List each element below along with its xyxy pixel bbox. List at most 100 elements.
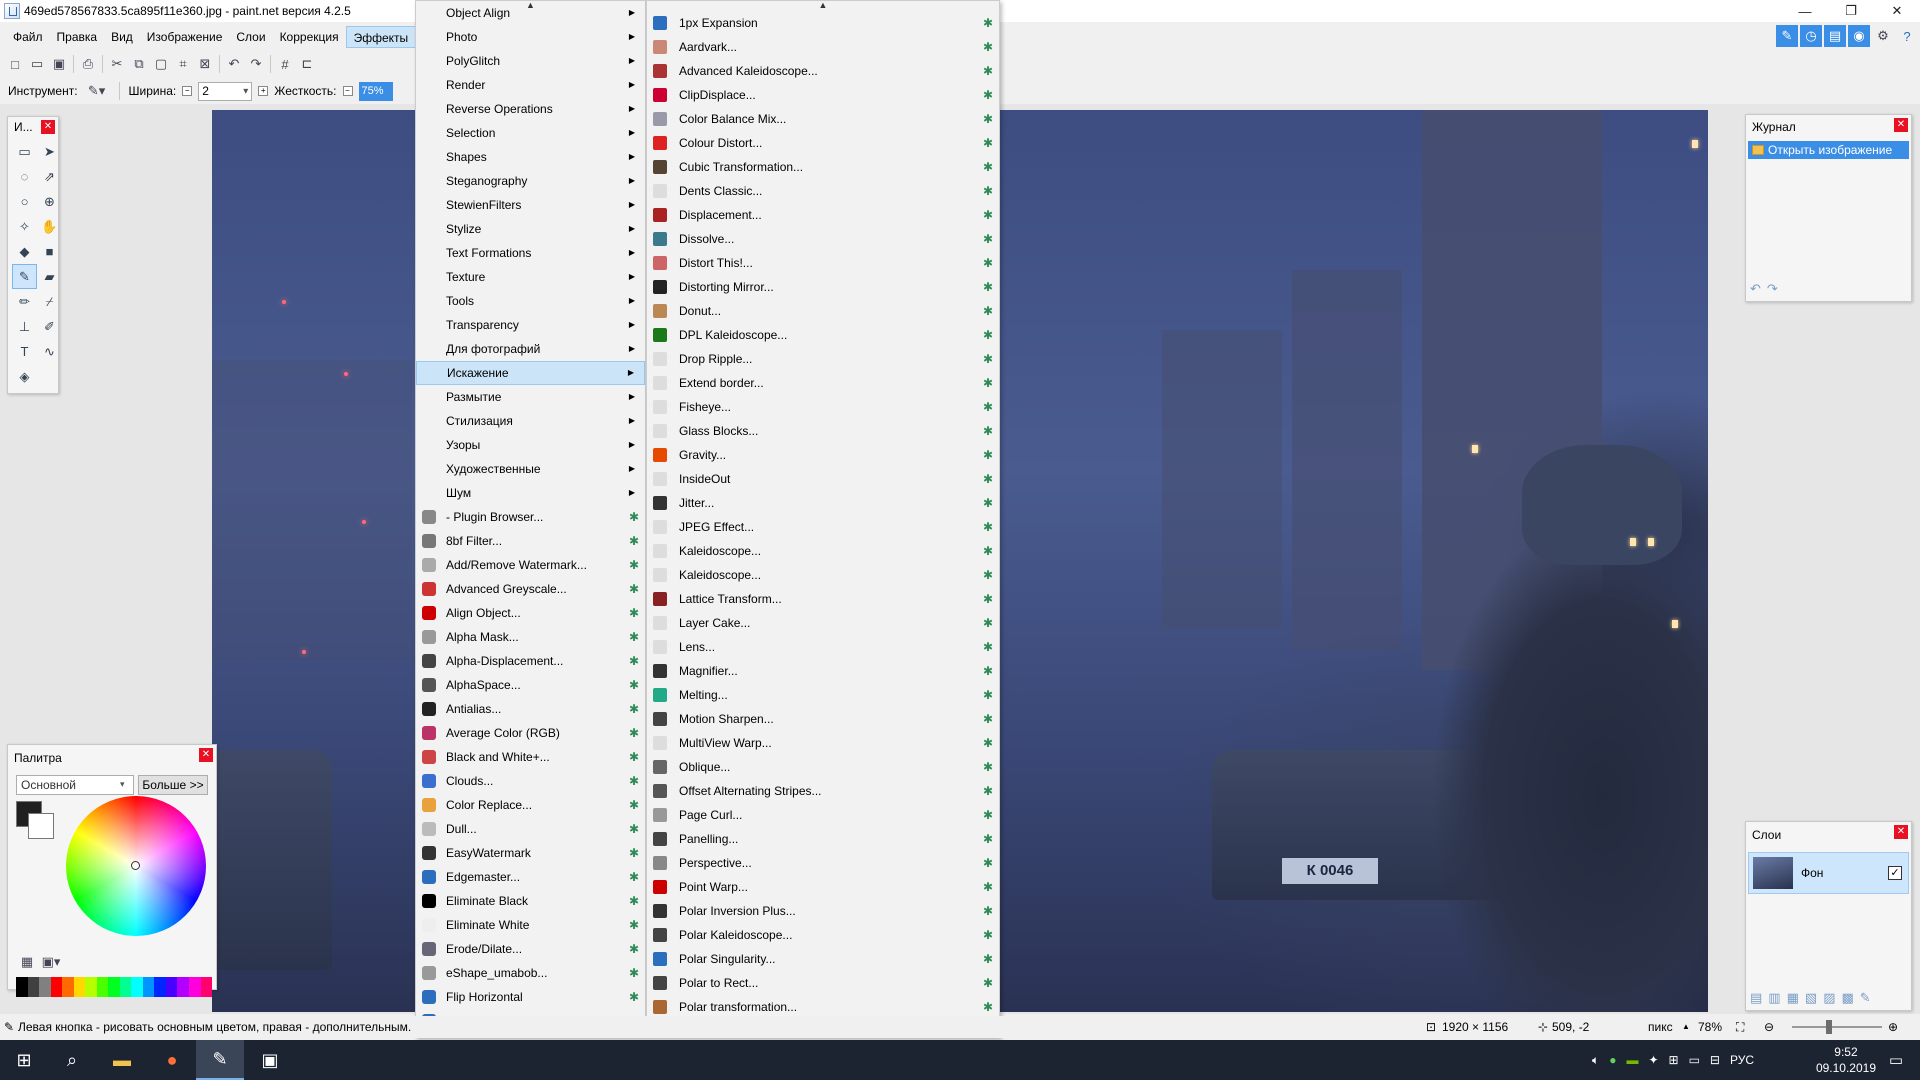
color-swatch[interactable] bbox=[85, 977, 97, 997]
paint-bucket-tool-icon[interactable]: ◆ bbox=[12, 239, 37, 264]
effects-menu-item[interactable]: Advanced Greyscale... ✱ bbox=[416, 577, 645, 601]
distort-menu-item[interactable]: Polar Kaleidoscope... ✱ bbox=[647, 923, 999, 947]
eraser-tool-icon[interactable]: ▰ bbox=[37, 264, 62, 289]
move-layer-down-icon[interactable]: ▩ bbox=[1841, 990, 1853, 1006]
new-file-icon[interactable]: □ bbox=[4, 53, 26, 75]
effects-menu-item[interactable]: Steganography ▶ bbox=[416, 169, 645, 193]
magic-wand-tool-icon[interactable]: ✧ bbox=[12, 214, 37, 239]
color-swatch[interactable] bbox=[131, 977, 143, 997]
layer-row[interactable]: Фон ✓ bbox=[1748, 852, 1909, 894]
ellipse-select-tool-icon[interactable]: ○ bbox=[12, 189, 37, 214]
add-layer-icon[interactable]: ▤ bbox=[1750, 990, 1762, 1006]
hardness-slider[interactable]: 75% bbox=[358, 81, 393, 101]
hardness-decrease-icon[interactable]: − bbox=[342, 86, 353, 96]
color-swatch[interactable] bbox=[50, 977, 63, 997]
layer-visibility-checkbox[interactable]: ✓ bbox=[1888, 866, 1902, 880]
firefox-icon[interactable]: ● bbox=[148, 1040, 196, 1080]
distort-menu-item[interactable]: Drop Ripple... ✱ bbox=[647, 347, 999, 371]
distort-menu-item[interactable]: Displacement... ✱ bbox=[647, 203, 999, 227]
menu-image[interactable]: Изображение bbox=[140, 26, 230, 48]
distort-menu-item[interactable]: InsideOut ✱ bbox=[647, 467, 999, 491]
clone-stamp-tool-icon[interactable]: ⊥ bbox=[12, 314, 37, 339]
zoom-slider-track[interactable] bbox=[1792, 1026, 1882, 1028]
zoom-level[interactable]: 78% bbox=[1698, 1020, 1722, 1034]
paste-icon[interactable]: ▢ bbox=[150, 53, 172, 75]
effects-menu-item[interactable]: Transparency ▶ bbox=[416, 313, 645, 337]
shapes-tool-icon[interactable]: ◈ bbox=[12, 364, 37, 389]
effects-menu-item[interactable]: Shapes ▶ bbox=[416, 145, 645, 169]
grid-icon[interactable]: # bbox=[274, 53, 296, 75]
palette-mode-select[interactable]: Основной bbox=[16, 775, 134, 795]
nvidia-icon[interactable]: ▬ bbox=[1626, 1053, 1638, 1067]
cut-icon[interactable]: ✂ bbox=[106, 53, 128, 75]
windows-defender-icon[interactable]: ⊞ bbox=[1669, 1053, 1679, 1067]
color-swatch[interactable] bbox=[165, 977, 178, 997]
effects-menu-item[interactable]: Размытие ▶ bbox=[416, 385, 645, 409]
history-item-open-image[interactable]: Открыть изображение bbox=[1748, 141, 1909, 159]
palette-reset-icon[interactable]: ▦ bbox=[16, 951, 38, 973]
scroll-up-icon[interactable]: ▲ bbox=[647, 1, 999, 10]
distort-menu-item[interactable]: Offset Alternating Stripes... ✱ bbox=[647, 779, 999, 803]
color-swatch[interactable] bbox=[154, 977, 166, 997]
effects-menu-item[interactable]: Стилизация ▶ bbox=[416, 409, 645, 433]
zoom-tool-icon[interactable]: ⊕ bbox=[37, 189, 62, 214]
tray-app-icon[interactable]: ✦ bbox=[1648, 1053, 1658, 1067]
effects-menu-item[interactable]: Художественные ▶ bbox=[416, 457, 645, 481]
clock[interactable]: 9:52 09.10.2019 bbox=[1816, 1044, 1876, 1076]
distort-menu-item[interactable]: Donut... ✱ bbox=[647, 299, 999, 323]
distort-menu-item[interactable]: Jitter... ✱ bbox=[647, 491, 999, 515]
distort-menu-item[interactable]: DPL Kaleidoscope... ✱ bbox=[647, 323, 999, 347]
distort-menu-item[interactable]: Cubic Transformation... ✱ bbox=[647, 155, 999, 179]
distort-menu-item[interactable]: Magnifier... ✱ bbox=[647, 659, 999, 683]
color-swatch[interactable] bbox=[39, 977, 51, 997]
effects-menu-item[interactable]: Узоры ▶ bbox=[416, 433, 645, 457]
color-swatch[interactable] bbox=[27, 977, 40, 997]
file-explorer-icon[interactable]: ▬ bbox=[98, 1040, 146, 1080]
width-increase-icon[interactable]: + bbox=[258, 86, 269, 96]
volume-icon[interactable]: 🔈︎ bbox=[1592, 1053, 1599, 1068]
distort-menu-item[interactable]: Lattice Transform... ✱ bbox=[647, 587, 999, 611]
redo-icon[interactable]: ↷ bbox=[245, 53, 267, 75]
pan-tool-icon[interactable]: ✋ bbox=[37, 214, 62, 239]
distort-menu-item[interactable]: Aardvark... ✱ bbox=[647, 35, 999, 59]
color-swatch[interactable] bbox=[119, 977, 132, 997]
effects-menu-item[interactable]: Clouds... ✱ bbox=[416, 769, 645, 793]
distort-menu-item[interactable]: Gravity... ✱ bbox=[647, 443, 999, 467]
distort-menu-item[interactable]: Kaleidoscope... ✱ bbox=[647, 563, 999, 587]
effects-menu-item[interactable]: Text Formations ▶ bbox=[416, 241, 645, 265]
menu-layers[interactable]: Слои bbox=[229, 26, 272, 48]
distort-menu-item[interactable]: Distorting Mirror... ✱ bbox=[647, 275, 999, 299]
color-swatch[interactable] bbox=[96, 977, 109, 997]
recolor-tool-icon[interactable]: ✐ bbox=[37, 314, 62, 339]
undo-icon[interactable]: ↶ bbox=[223, 53, 245, 75]
distort-menu-item[interactable]: Point Warp... ✱ bbox=[647, 875, 999, 899]
menu-view[interactable]: Вид bbox=[104, 26, 140, 48]
width-input[interactable]: 2 bbox=[198, 81, 253, 101]
effects-menu-item[interactable]: Для фотографий ▶ bbox=[416, 337, 645, 361]
distort-menu-item[interactable]: Distort This!... ✱ bbox=[647, 251, 999, 275]
distort-menu-item[interactable]: Extend border... ✱ bbox=[647, 371, 999, 395]
notifications-icon[interactable]: ▭ bbox=[1872, 1040, 1920, 1080]
distort-menu-item[interactable]: Fisheye... ✱ bbox=[647, 395, 999, 419]
distort-menu-item[interactable]: 1px Expansion ✱ bbox=[647, 11, 999, 35]
settings-gear-icon[interactable]: ⚙ bbox=[1872, 25, 1894, 47]
distort-menu-item[interactable]: MultiView Warp... ✱ bbox=[647, 731, 999, 755]
menu-edit[interactable]: Правка bbox=[50, 26, 105, 48]
effects-menu-item[interactable]: Selection ▶ bbox=[416, 121, 645, 145]
close-icon[interactable]: ✕ bbox=[41, 120, 55, 134]
zoom-in-icon[interactable]: ⊕ bbox=[1888, 1020, 1898, 1034]
color-swatch[interactable] bbox=[62, 977, 74, 997]
distort-menu-item[interactable]: Color Balance Mix... ✱ bbox=[647, 107, 999, 131]
distort-menu-item[interactable]: Polar Singularity... ✱ bbox=[647, 947, 999, 971]
text-tool-icon[interactable]: T bbox=[12, 339, 37, 364]
copy-icon[interactable]: ⧉ bbox=[128, 53, 150, 75]
color-swatch[interactable] bbox=[188, 977, 201, 997]
menu-file[interactable]: Файл bbox=[6, 26, 50, 48]
effects-menu-item[interactable]: Шум ▶ bbox=[416, 481, 645, 505]
close-button[interactable]: ✕ bbox=[1874, 0, 1920, 22]
effects-menu-item[interactable]: Flip Horizontal ✱ bbox=[416, 985, 645, 1009]
save-icon[interactable]: ▣ bbox=[48, 53, 70, 75]
effects-menu-item[interactable]: Reverse Operations ▶ bbox=[416, 97, 645, 121]
effects-menu-item[interactable]: Texture ▶ bbox=[416, 265, 645, 289]
color-wheel[interactable] bbox=[66, 796, 206, 936]
